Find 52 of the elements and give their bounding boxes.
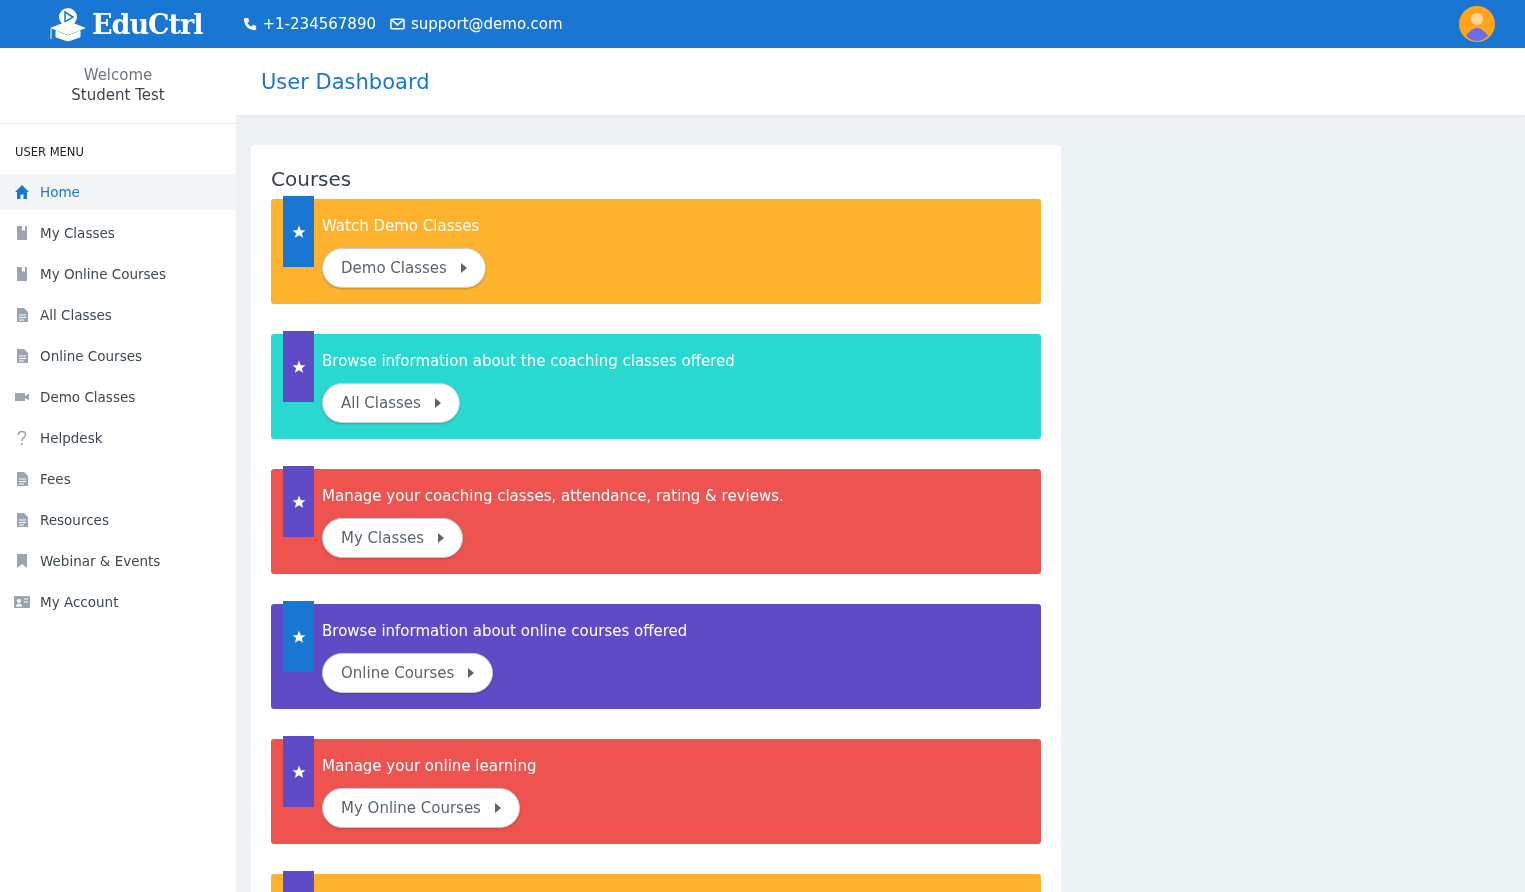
caret-right-icon	[434, 398, 441, 408]
star-icon	[291, 494, 306, 509]
book-icon	[14, 225, 30, 241]
card-description: Watch Demo Classes	[322, 216, 480, 236]
welcome-text: Welcome	[83, 65, 153, 85]
bookmark-icon	[14, 553, 30, 569]
section-title: Courses	[271, 167, 353, 191]
sidebar-menu-item[interactable]: Helpdesk	[0, 420, 236, 456]
app-logo-text: EduCtrl	[92, 8, 203, 40]
sidebar-menu-item[interactable]: Fees	[0, 461, 236, 497]
card-description: Manage your coaching classes, attendance, rating & reviews.	[322, 486, 784, 506]
menu-heading: USER MENU	[14, 144, 85, 161]
user-name: Student Test	[71, 85, 165, 105]
star-icon	[291, 359, 306, 374]
card-description: Browse information about online courses offered	[322, 621, 688, 641]
sidebar-menu-item[interactable]: Home	[0, 174, 236, 210]
document-icon	[14, 471, 30, 487]
sidebar-menu-item[interactable]: Demo Classes	[0, 379, 236, 415]
star-icon	[291, 224, 306, 239]
sidebar-menu-item[interactable]: My Online Courses	[0, 256, 236, 292]
phone-icon	[242, 17, 257, 31]
sidebar-menu-item[interactable]: Online Courses	[0, 338, 236, 374]
card-description: Browse information about the coaching classes offered	[322, 351, 735, 371]
course-link-button[interactable]: My Classes	[322, 518, 464, 558]
envelope-icon	[389, 18, 405, 30]
sidebar-menu-item[interactable]: My Classes	[0, 215, 236, 251]
document-icon	[14, 348, 30, 364]
course-link-button[interactable]: All Classes	[322, 383, 460, 423]
book-icon	[14, 266, 30, 282]
page-title: User Dashboard	[261, 69, 430, 94]
course-link-button[interactable]: My Online Courses	[322, 788, 520, 828]
caret-right-icon	[460, 263, 467, 273]
graduation-cap-logo-icon	[48, 6, 88, 42]
document-icon	[14, 512, 30, 528]
phone-number: +1-234567890	[262, 15, 376, 33]
sidebar-menu-item[interactable]: Webinar & Events	[0, 543, 236, 579]
course-link-button[interactable]: Demo Classes	[322, 248, 486, 288]
card-description: Manage your online learning	[322, 756, 537, 776]
course-link-button[interactable]: Online Courses	[322, 653, 494, 693]
user-avatar-icon[interactable]	[1459, 6, 1495, 42]
home-icon	[14, 184, 30, 200]
star-icon	[291, 764, 306, 779]
sidebar-menu-item[interactable]: All Classes	[0, 297, 236, 333]
email-address: support@demo.com	[410, 15, 563, 33]
sidebar-menu-item[interactable]: My Account	[0, 584, 236, 620]
id-card-icon	[14, 594, 30, 610]
caret-right-icon	[494, 803, 501, 813]
caret-right-icon	[438, 533, 445, 543]
sidebar-menu-item[interactable]: Resources	[0, 502, 236, 538]
document-icon	[14, 307, 30, 323]
star-icon	[291, 629, 306, 644]
caret-right-icon	[468, 668, 475, 678]
